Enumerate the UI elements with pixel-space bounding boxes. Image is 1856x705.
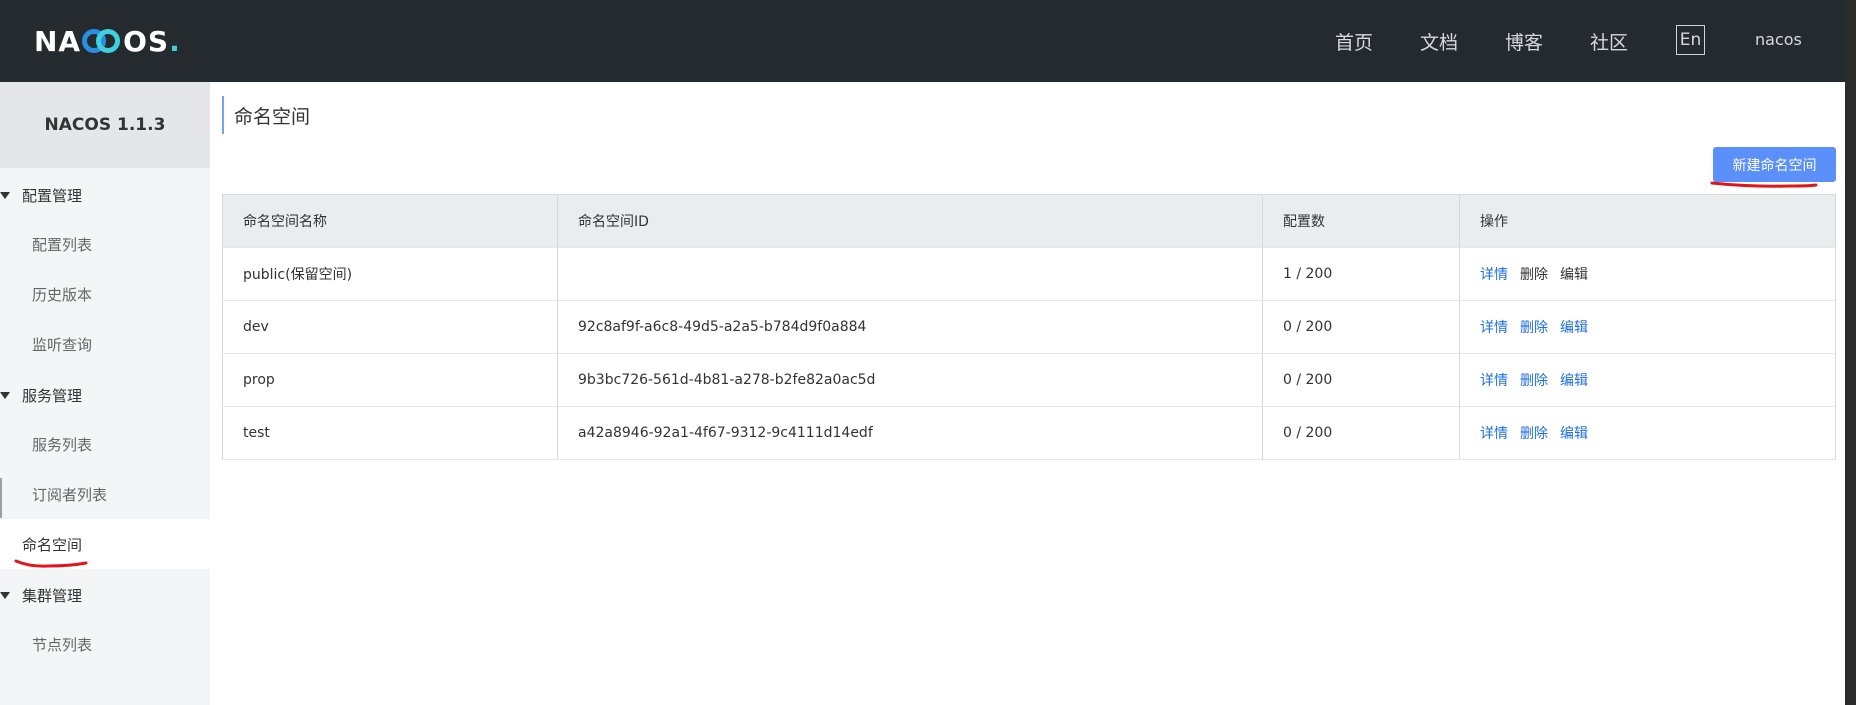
create-namespace-button[interactable]: 新建命名空间 [1713, 147, 1836, 182]
sidebar-item-label: 订阅者列表 [32, 486, 108, 504]
logo-rings-icon [82, 28, 122, 54]
table-header-row: 命名空间名称 命名空间ID 配置数 操作 [222, 194, 1836, 248]
details-link[interactable]: 详情 [1480, 426, 1508, 442]
namespace-name: dev [222, 300, 558, 354]
caret-down-icon [0, 391, 10, 399]
config-count: 0 / 200 [1262, 406, 1460, 460]
namespace-id: 9b3bc726-561d-4b81-a278-b2fe82a0ac5d [557, 353, 1263, 407]
config-count: 0 / 200 [1262, 300, 1460, 354]
table-row: prop 9b3bc726-561d-4b81-a278-b2fe82a0ac5… [222, 353, 1836, 407]
details-link[interactable]: 详情 [1480, 320, 1508, 336]
window-scroll-gutter [1845, 0, 1856, 705]
namespace-id [557, 247, 1263, 301]
namespace-name: prop [222, 353, 558, 407]
edit-link[interactable]: 编辑 [1560, 373, 1588, 389]
logo-text-left: NA [34, 24, 82, 58]
column-header-id[interactable]: 命名空间ID [557, 194, 1263, 248]
sidebar-item-label: 命名空间 [22, 536, 83, 554]
nav-blog[interactable]: 博客 [1505, 28, 1543, 55]
page-title: 命名空间 [234, 105, 311, 128]
sidebar-item-config-list[interactable]: 配置列表 [0, 219, 210, 269]
delete-link[interactable]: 删除 [1520, 320, 1548, 336]
sidebar-divider [0, 478, 2, 518]
sidebar-group-label: 服务管理 [22, 386, 83, 405]
sidebar-group-label: 集群管理 [22, 586, 83, 605]
nav-community[interactable]: 社区 [1590, 28, 1628, 55]
details-link[interactable]: 详情 [1480, 373, 1508, 389]
namespace-name: test [222, 406, 558, 460]
sidebar-item-history[interactable]: 历史版本 [0, 269, 210, 319]
table-row: dev 92c8af9f-a6c8-49d5-a2a5-b784d9f0a884… [222, 300, 1836, 354]
sidebar-item-label: 服务列表 [32, 436, 93, 454]
row-actions: 详情 删除 编辑 [1459, 353, 1836, 407]
sidebar-item-label: 监听查询 [32, 336, 93, 354]
version-box: NACOS 1.1.3 [0, 82, 210, 168]
logo-dot: . [169, 24, 180, 58]
page-title-bar: 命名空间 [222, 96, 310, 134]
namespace-table: 命名空间名称 命名空间ID 配置数 操作 public(保留空间) 1 / 20… [222, 194, 1836, 460]
version-label: NACOS 1.1.3 [44, 115, 166, 135]
sidebar-item-label: 历史版本 [32, 286, 93, 304]
edit-link[interactable]: 编辑 [1560, 267, 1588, 283]
nav-home[interactable]: 首页 [1335, 28, 1373, 55]
edit-link[interactable]: 编辑 [1560, 320, 1588, 336]
sidebar-group-config[interactable]: 配置管理 [0, 180, 210, 210]
user-name[interactable]: nacos [1755, 30, 1802, 49]
delete-link[interactable]: 删除 [1520, 426, 1548, 442]
delete-link[interactable]: 删除 [1520, 373, 1548, 389]
sidebar-item-label: 节点列表 [32, 636, 93, 654]
language-switch-button[interactable]: En [1676, 25, 1705, 55]
caret-down-icon [0, 191, 10, 199]
row-actions: 详情 删除 编辑 [1459, 406, 1836, 460]
details-link[interactable]: 详情 [1480, 267, 1508, 283]
table-row: test a42a8946-92a1-4f67-9312-9c4111d14ed… [222, 406, 1836, 460]
column-header-name[interactable]: 命名空间名称 [222, 194, 558, 248]
namespace-id: a42a8946-92a1-4f67-9312-9c4111d14edf [557, 406, 1263, 460]
sidebar-item-namespace[interactable]: 命名空间 [0, 519, 210, 569]
edit-link[interactable]: 编辑 [1560, 426, 1588, 442]
sidebar-item-subscribers[interactable]: 订阅者列表 [0, 469, 210, 519]
table-row: public(保留空间) 1 / 200 详情 删除 编辑 [222, 247, 1836, 301]
nav-docs[interactable]: 文档 [1420, 28, 1458, 55]
sidebar-group-service[interactable]: 服务管理 [0, 380, 210, 410]
column-header-count[interactable]: 配置数 [1262, 194, 1460, 248]
sidebar-item-service-list[interactable]: 服务列表 [0, 419, 210, 469]
namespace-id: 92c8af9f-a6c8-49d5-a2a5-b784d9f0a884 [557, 300, 1263, 354]
main-content: 命名空间 新建命名空间 命名空间名称 命名空间ID 配置数 操作 public(… [210, 82, 1845, 705]
nacos-logo[interactable]: NA OS . [34, 24, 180, 58]
sidebar-group-cluster[interactable]: 集群管理 [0, 580, 210, 610]
logo-text-right: OS [123, 24, 170, 58]
row-actions: 详情 删除 编辑 [1459, 247, 1836, 301]
row-actions: 详情 删除 编辑 [1459, 300, 1836, 354]
top-header: NA OS . 首页 文档 博客 社区 En nacos [0, 0, 1845, 82]
sidebar-group-label: 配置管理 [22, 186, 83, 205]
column-header-actions: 操作 [1459, 194, 1836, 248]
sidebar-item-label: 配置列表 [32, 236, 93, 254]
caret-down-icon [0, 591, 10, 599]
delete-link[interactable]: 删除 [1520, 267, 1548, 283]
namespace-name: public(保留空间) [222, 247, 558, 301]
sidebar-item-node-list[interactable]: 节点列表 [0, 619, 210, 669]
config-count: 1 / 200 [1262, 247, 1460, 301]
sidebar: NACOS 1.1.3 配置管理 配置列表 历史版本 监听查询 服务管理 服务列… [0, 82, 210, 705]
sidebar-item-listener-query[interactable]: 监听查询 [0, 319, 210, 369]
config-count: 0 / 200 [1262, 353, 1460, 407]
